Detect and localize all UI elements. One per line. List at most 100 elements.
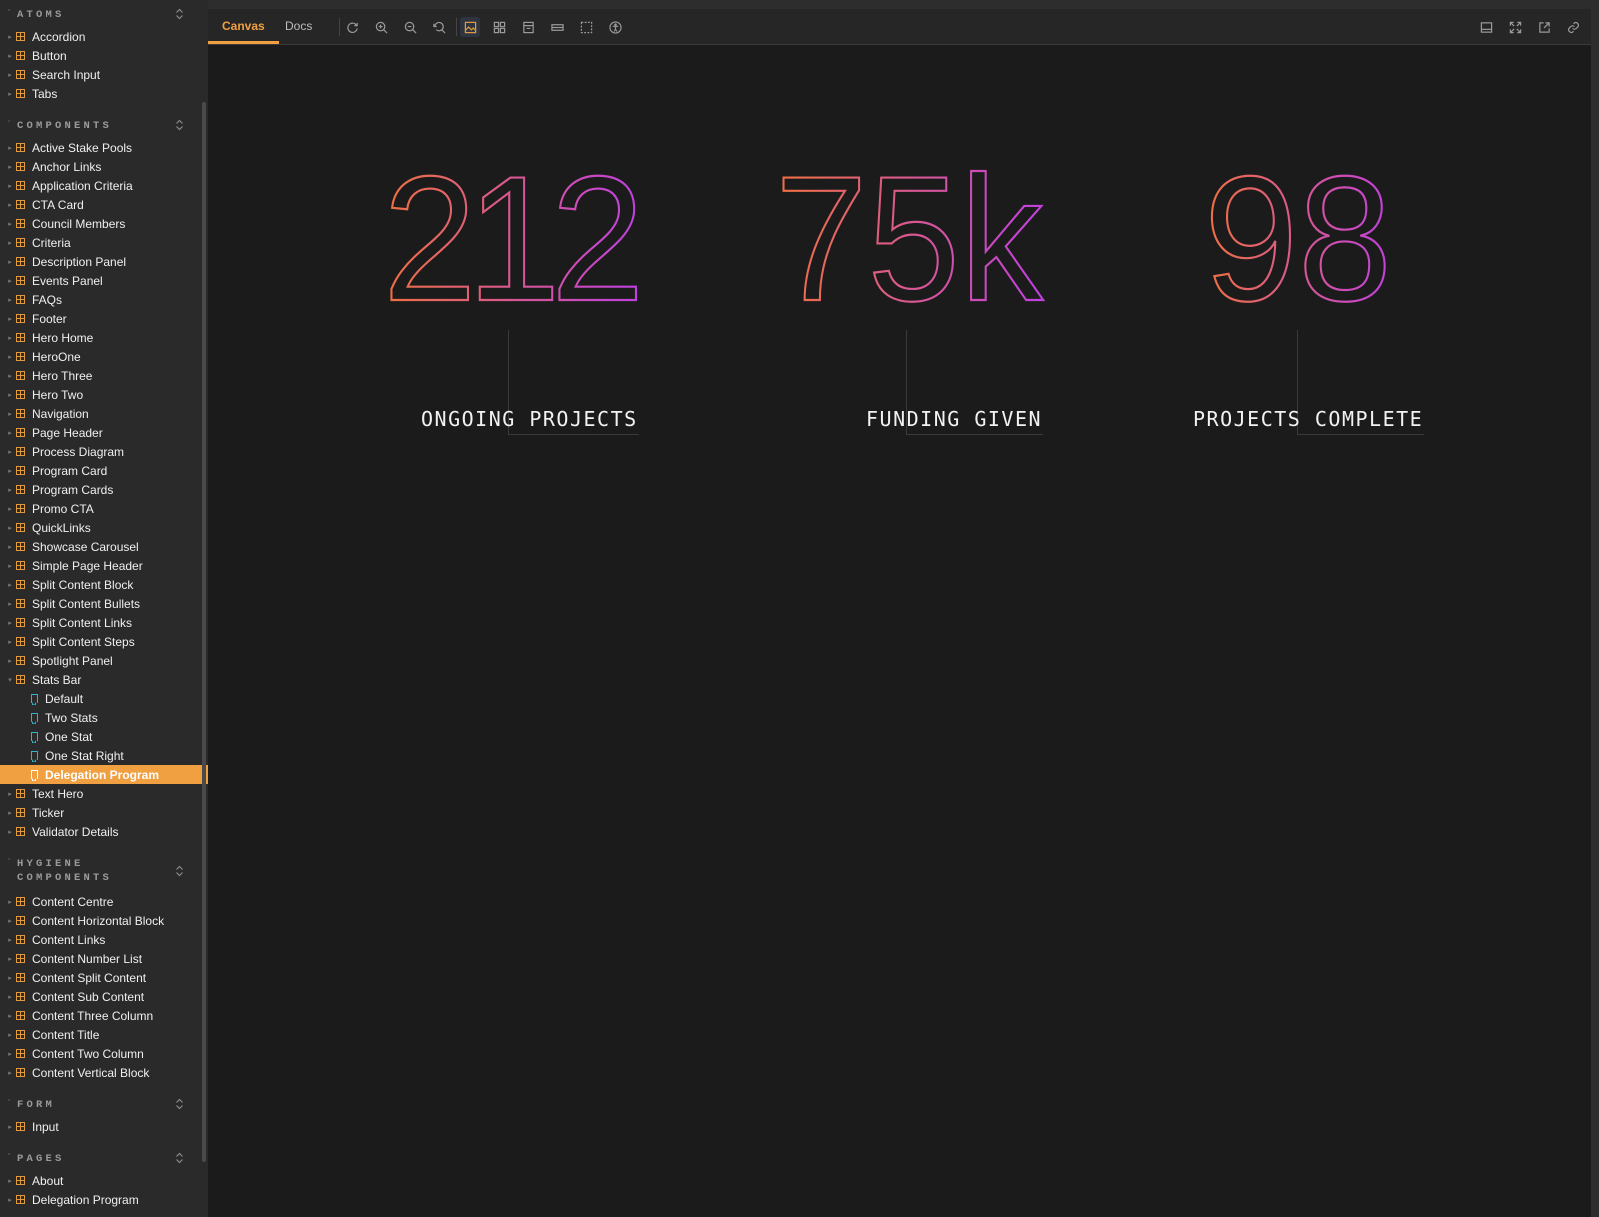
tree-item-cta-card[interactable]: ▸ CTA Card (0, 195, 208, 214)
collapsed-arrow-icon[interactable]: ▸ (6, 258, 14, 266)
section-header[interactable]: ˇ COMPONENTS (0, 119, 208, 135)
story-item-two-stats[interactable]: Two Stats (0, 708, 208, 727)
collapse-caret-icon[interactable]: ˇ (8, 10, 17, 17)
expanded-arrow-icon[interactable]: ▾ (6, 676, 14, 684)
tree-item-description-panel[interactable]: ▸ Description Panel (0, 252, 208, 271)
tree-item-split-content-block[interactable]: ▸ Split Content Block (0, 575, 208, 594)
zoom-in-icon[interactable] (371, 17, 391, 37)
collapsed-arrow-icon[interactable]: ▸ (6, 334, 14, 342)
story-item-default[interactable]: Default (0, 689, 208, 708)
section-header[interactable]: ˇ PAGES (0, 1152, 208, 1168)
collapse-caret-icon[interactable]: ˇ (8, 121, 17, 128)
expand-collapse-all-icon[interactable] (174, 1152, 184, 1166)
collapsed-arrow-icon[interactable]: ▸ (6, 1031, 14, 1039)
tab-docs[interactable]: Docs (271, 9, 326, 44)
collapsed-arrow-icon[interactable]: ▸ (6, 600, 14, 608)
tree-item-process-diagram[interactable]: ▸ Process Diagram (0, 442, 208, 461)
tree-item-application-criteria[interactable]: ▸ Application Criteria (0, 176, 208, 195)
collapsed-arrow-icon[interactable]: ▸ (6, 993, 14, 1001)
tree-item-content-centre[interactable]: ▸ Content Centre (0, 892, 208, 911)
expand-collapse-all-icon[interactable] (174, 1098, 184, 1112)
tree-item-content-two-column[interactable]: ▸ Content Two Column (0, 1044, 208, 1063)
outline-icon[interactable] (576, 17, 596, 37)
collapsed-arrow-icon[interactable]: ▸ (6, 90, 14, 98)
collapsed-arrow-icon[interactable]: ▸ (6, 52, 14, 60)
expand-collapse-all-icon[interactable] (174, 119, 184, 133)
collapsed-arrow-icon[interactable]: ▸ (6, 429, 14, 437)
tree-item-criteria[interactable]: ▸ Criteria (0, 233, 208, 252)
collapsed-arrow-icon[interactable]: ▸ (6, 144, 14, 152)
tree-item-page-header[interactable]: ▸ Page Header (0, 423, 208, 442)
viewport-icon[interactable] (518, 17, 538, 37)
tree-item-split-content-steps[interactable]: ▸ Split Content Steps (0, 632, 208, 651)
tree-item-input[interactable]: ▸ Input (0, 1117, 208, 1136)
collapsed-arrow-icon[interactable]: ▸ (6, 619, 14, 627)
tree-item-events-panel[interactable]: ▸ Events Panel (0, 271, 208, 290)
collapsed-arrow-icon[interactable]: ▸ (6, 182, 14, 190)
collapsed-arrow-icon[interactable]: ▸ (6, 486, 14, 494)
tree-item-split-content-bullets[interactable]: ▸ Split Content Bullets (0, 594, 208, 613)
collapsed-arrow-icon[interactable]: ▸ (6, 505, 14, 513)
collapsed-arrow-icon[interactable]: ▸ (6, 1196, 14, 1204)
collapsed-arrow-icon[interactable]: ▸ (6, 524, 14, 532)
story-item-one-stat-right[interactable]: One Stat Right (0, 746, 208, 765)
reload-icon[interactable] (342, 17, 362, 37)
tree-item-content-title[interactable]: ▸ Content Title (0, 1025, 208, 1044)
tree-item-tabs[interactable]: ▸ Tabs (0, 84, 208, 103)
measure-icon[interactable] (547, 17, 567, 37)
tree-item-content-sub-content[interactable]: ▸ Content Sub Content (0, 987, 208, 1006)
collapsed-arrow-icon[interactable]: ▸ (6, 543, 14, 551)
tree-item-content-three-column[interactable]: ▸ Content Three Column (0, 1006, 208, 1025)
tree-item-validator-details[interactable]: ▸ Validator Details (0, 822, 208, 841)
tree-item-hero-home[interactable]: ▸ Hero Home (0, 328, 208, 347)
collapsed-arrow-icon[interactable]: ▸ (6, 33, 14, 41)
tree-item-anchor-links[interactable]: ▸ Anchor Links (0, 157, 208, 176)
fullscreen-icon[interactable] (1505, 17, 1525, 37)
tree-item-faqs[interactable]: ▸ FAQs (0, 290, 208, 309)
tree-item-search-input[interactable]: ▸ Search Input (0, 65, 208, 84)
collapsed-arrow-icon[interactable]: ▸ (6, 315, 14, 323)
copy-link-icon[interactable] (1563, 17, 1583, 37)
story-item-delegation-program[interactable]: Delegation Program (0, 765, 208, 784)
collapse-caret-icon[interactable]: ˇ (8, 1154, 17, 1161)
collapsed-arrow-icon[interactable]: ▸ (6, 353, 14, 361)
collapse-caret-icon[interactable]: ˇ (8, 859, 17, 866)
tree-item-promo-cta[interactable]: ▸ Promo CTA (0, 499, 208, 518)
tree-item-quicklinks[interactable]: ▸ QuickLinks (0, 518, 208, 537)
collapsed-arrow-icon[interactable]: ▸ (6, 974, 14, 982)
tree-item-heroone[interactable]: ▸ HeroOne (0, 347, 208, 366)
collapsed-arrow-icon[interactable]: ▸ (6, 201, 14, 209)
story-item-one-stat[interactable]: One Stat (0, 727, 208, 746)
tree-item-ticker[interactable]: ▸ Ticker (0, 803, 208, 822)
collapsed-arrow-icon[interactable]: ▸ (6, 936, 14, 944)
collapsed-arrow-icon[interactable]: ▸ (6, 163, 14, 171)
collapsed-arrow-icon[interactable]: ▸ (6, 277, 14, 285)
accessibility-icon[interactable] (605, 17, 625, 37)
tree-item-hero-three[interactable]: ▸ Hero Three (0, 366, 208, 385)
collapsed-arrow-icon[interactable]: ▸ (6, 220, 14, 228)
panel-icon[interactable] (1476, 17, 1496, 37)
grid-icon[interactable] (489, 17, 509, 37)
tree-item-accordion[interactable]: ▸ Accordion (0, 27, 208, 46)
collapsed-arrow-icon[interactable]: ▸ (6, 1123, 14, 1131)
collapsed-arrow-icon[interactable]: ▸ (6, 898, 14, 906)
tree-item-showcase-carousel[interactable]: ▸ Showcase Carousel (0, 537, 208, 556)
collapsed-arrow-icon[interactable]: ▸ (6, 410, 14, 418)
tree-item-stats-bar[interactable]: ▾ Stats Bar (0, 670, 208, 689)
collapsed-arrow-icon[interactable]: ▸ (6, 790, 14, 798)
tree-item-about[interactable]: ▸ About (0, 1171, 208, 1190)
collapsed-arrow-icon[interactable]: ▸ (6, 1069, 14, 1077)
tree-item-hero-two[interactable]: ▸ Hero Two (0, 385, 208, 404)
collapsed-arrow-icon[interactable]: ▸ (6, 809, 14, 817)
collapsed-arrow-icon[interactable]: ▸ (6, 562, 14, 570)
collapsed-arrow-icon[interactable]: ▸ (6, 71, 14, 79)
tree-item-delegation-program[interactable]: ▸ Delegation Program (0, 1190, 208, 1209)
tree-item-text-hero[interactable]: ▸ Text Hero (0, 784, 208, 803)
tree-item-content-vertical-block[interactable]: ▸ Content Vertical Block (0, 1063, 208, 1082)
collapsed-arrow-icon[interactable]: ▸ (6, 296, 14, 304)
collapsed-arrow-icon[interactable]: ▸ (6, 1177, 14, 1185)
collapsed-arrow-icon[interactable]: ▸ (6, 372, 14, 380)
tree-item-content-horizontal-block[interactable]: ▸ Content Horizontal Block (0, 911, 208, 930)
tree-item-council-members[interactable]: ▸ Council Members (0, 214, 208, 233)
collapsed-arrow-icon[interactable]: ▸ (6, 955, 14, 963)
